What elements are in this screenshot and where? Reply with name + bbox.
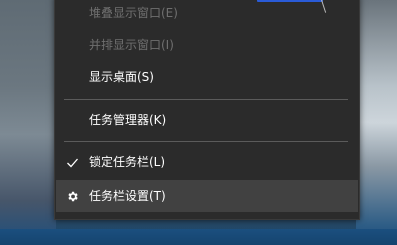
desktop-wallpaper-right <box>356 0 397 245</box>
taskbar[interactable] <box>0 229 397 245</box>
menu-item-label: 锁定任务栏(L) <box>89 155 166 169</box>
desktop-wallpaper-left <box>0 0 56 245</box>
taskbar-context-menu: 堆叠显示窗口(E) 并排显示窗口(I) 显示桌面(S) 任务管理器(K) 锁定任… <box>54 0 360 220</box>
menu-item-label: 并排显示窗口(I) <box>89 38 174 52</box>
menu-item-label: 显示桌面(S) <box>89 70 154 84</box>
menu-item-show-desktop[interactable]: 显示桌面(S) <box>56 61 358 93</box>
menu-item-label: 任务栏设置(T) <box>89 189 166 203</box>
menu-item-label: 堆叠显示窗口(E) <box>89 6 178 20</box>
menu-separator <box>64 141 348 142</box>
menu-item-show-side-by-side[interactable]: 并排显示窗口(I) <box>56 29 358 61</box>
menu-item-taskbar-settings[interactable]: 任务栏设置(T) <box>56 180 358 212</box>
menu-item-lock-taskbar[interactable]: 锁定任务栏(L) <box>56 146 358 178</box>
menu-item-label: 任务管理器(K) <box>89 113 167 127</box>
checkmark-icon <box>65 155 79 169</box>
gear-icon <box>65 189 79 203</box>
desktop-background: 堆叠显示窗口(E) 并排显示窗口(I) 显示桌面(S) 任务管理器(K) 锁定任… <box>0 0 397 245</box>
menu-item-task-manager[interactable]: 任务管理器(K) <box>56 104 358 136</box>
menu-separator <box>64 99 348 100</box>
menu-item-cascade-windows[interactable]: 堆叠显示窗口(E) <box>56 0 358 29</box>
